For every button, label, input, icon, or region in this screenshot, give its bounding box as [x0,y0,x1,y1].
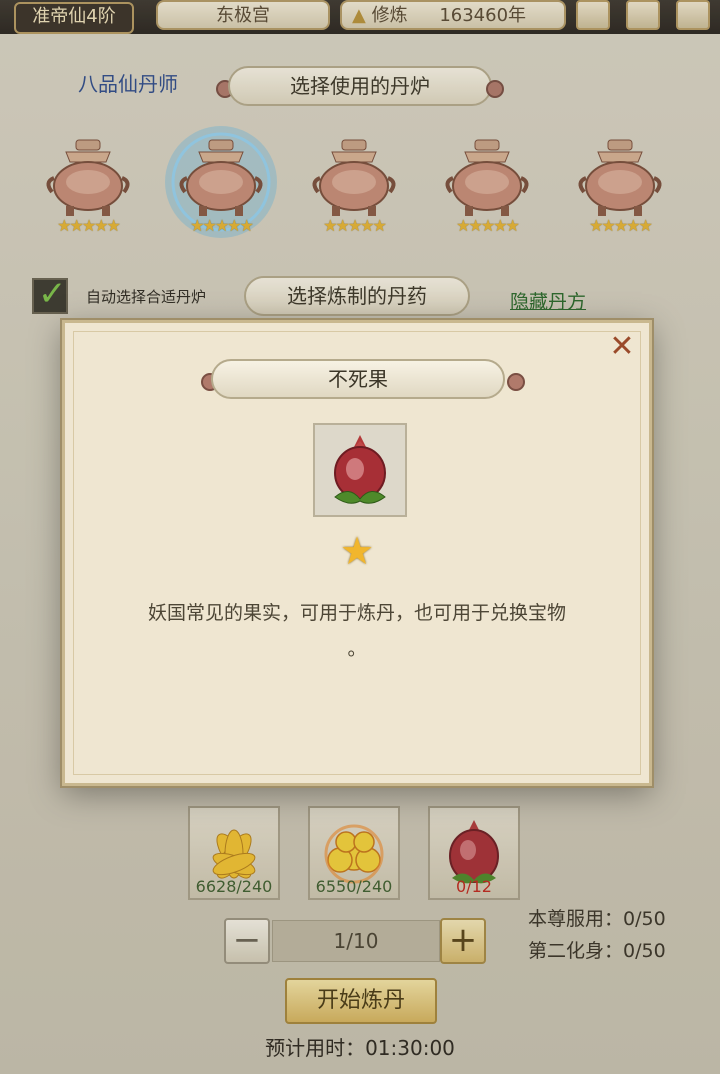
description-line: 妖国常见的果实，可用于炼丹，也可用于兑换宝物 [147,602,566,624]
description-line: 。 [347,638,367,660]
item-description: 妖国常见的果实，可用于炼丹，也可用于兑换宝物 。 [65,595,649,667]
close-icon[interactable]: ✕ [605,331,639,365]
item-rarity-star: ★ [339,529,375,573]
modal-plate-knob-right [507,373,525,391]
item-icon-frame [313,423,407,517]
immortal-fruit-icon [334,435,386,504]
modal-title: 不死果 [211,359,505,399]
item-detail-modal: ✕ 不死果 ★ 妖国常见的果实，可用于炼丹，也可用于兑换宝物 。 [62,320,652,786]
